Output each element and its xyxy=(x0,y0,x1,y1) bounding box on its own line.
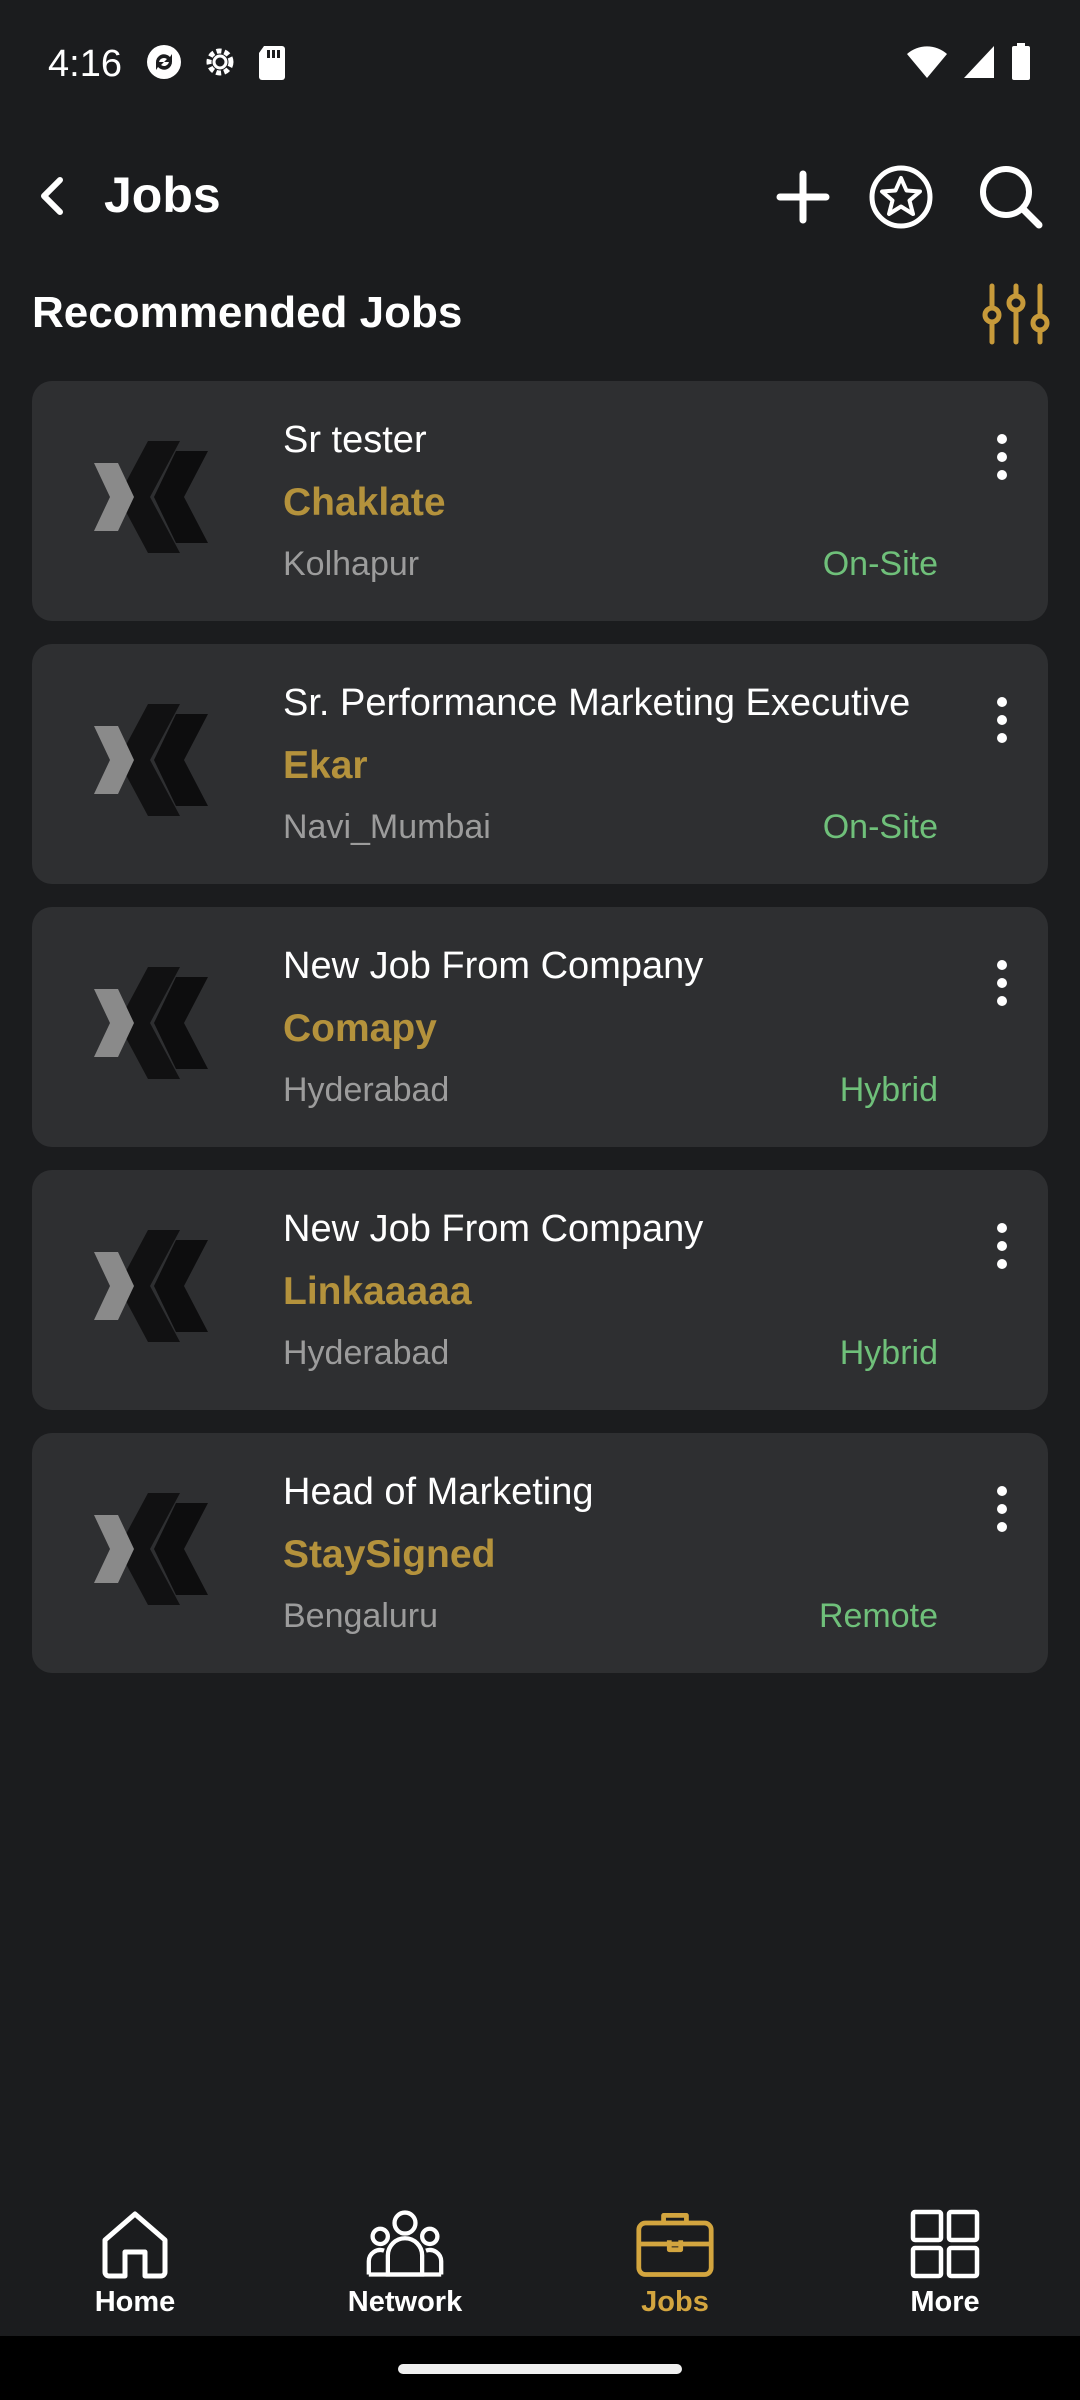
add-job-button[interactable] xyxy=(762,156,844,238)
job-work-type: On-Site xyxy=(822,808,938,846)
company-logo-icon xyxy=(88,696,212,824)
status-bar: 4:16 xyxy=(0,0,1080,128)
filter-button[interactable] xyxy=(980,282,1052,346)
search-icon xyxy=(980,166,1043,229)
more-options-button[interactable] xyxy=(980,425,1024,489)
job-location: Bengaluru xyxy=(283,1597,439,1635)
briefcase-icon xyxy=(635,2204,715,2284)
settings-icon xyxy=(200,42,240,87)
job-location: Hyderabad xyxy=(283,1071,450,1109)
nav-jobs[interactable]: Jobs xyxy=(540,2180,810,2336)
back-button[interactable] xyxy=(22,164,86,228)
more-vertical-icon xyxy=(997,697,1007,707)
job-card[interactable]: Sr tester Chaklate Kolhapur On-Site xyxy=(32,381,1048,621)
job-company: Comapy xyxy=(283,1007,437,1050)
app-bar: Jobs xyxy=(0,146,1080,246)
job-company: Chaklate xyxy=(283,481,446,524)
job-card[interactable]: Sr. Performance Marketing Executive Ekar… xyxy=(32,644,1048,884)
job-work-type: Hybrid xyxy=(839,1334,938,1372)
job-card[interactable]: Head of Marketing StaySigned Bengaluru R… xyxy=(32,1433,1048,1673)
section-header: Recommended Jobs xyxy=(32,282,1052,348)
gesture-navigation-area xyxy=(0,2336,1080,2400)
job-company: StaySigned xyxy=(283,1533,496,1576)
saved-jobs-button[interactable] xyxy=(860,156,942,238)
nav-home[interactable]: Home xyxy=(0,2180,270,2336)
section-title: Recommended Jobs xyxy=(32,288,463,337)
home-icon xyxy=(95,2204,175,2284)
nav-more[interactable]: More xyxy=(810,2180,1080,2336)
job-title: Sr tester xyxy=(283,419,427,461)
more-options-button[interactable] xyxy=(980,688,1024,752)
star-icon xyxy=(869,165,933,229)
back-arrow-icon xyxy=(41,177,63,215)
signal-icon xyxy=(962,44,996,85)
nav-label: Home xyxy=(94,2286,176,2318)
battery-icon xyxy=(1010,42,1032,87)
job-location: Kolhapur xyxy=(283,545,420,583)
job-location: Navi_Mumbai xyxy=(283,808,491,846)
company-logo-icon xyxy=(88,433,212,561)
job-company: Linkaaaaa xyxy=(283,1270,472,1313)
job-company: Ekar xyxy=(283,744,368,787)
network-icon xyxy=(365,2204,445,2284)
job-title: New Job From Company xyxy=(283,945,704,987)
more-vertical-icon xyxy=(997,1486,1007,1496)
nav-label: Jobs xyxy=(641,2286,709,2318)
job-card[interactable]: New Job From Company Comapy Hyderabad Hy… xyxy=(32,907,1048,1147)
more-options-button[interactable] xyxy=(980,1477,1024,1541)
job-title: New Job From Company xyxy=(283,1208,704,1250)
company-logo-icon xyxy=(88,959,212,1087)
job-work-type: Remote xyxy=(818,1597,938,1635)
page-title: Jobs xyxy=(104,167,221,223)
job-card[interactable]: New Job From Company Linkaaaaa Hyderabad… xyxy=(32,1170,1048,1410)
job-title: Sr. Performance Marketing Executive xyxy=(283,682,911,724)
job-work-type: Hybrid xyxy=(839,1071,938,1109)
more-vertical-icon xyxy=(997,1223,1007,1233)
company-logo-icon xyxy=(88,1485,212,1613)
wifi-icon xyxy=(906,44,948,85)
home-gesture-handle[interactable] xyxy=(398,2364,682,2374)
nav-network[interactable]: Network xyxy=(270,2180,540,2336)
more-vertical-icon xyxy=(997,434,1007,444)
job-work-type: On-Site xyxy=(822,545,938,583)
grid-icon xyxy=(905,2204,985,2284)
sd-card-icon xyxy=(256,42,288,87)
job-title: Head of Marketing xyxy=(283,1471,594,1513)
sync-icon xyxy=(144,42,184,87)
company-logo-icon xyxy=(88,1222,212,1350)
more-vertical-icon xyxy=(997,960,1007,970)
filter-sliders-icon xyxy=(982,283,1050,345)
nav-label: More xyxy=(910,2286,980,2318)
add-icon xyxy=(776,170,830,224)
more-options-button[interactable] xyxy=(980,1214,1024,1278)
nav-label: Network xyxy=(347,2286,463,2318)
search-button[interactable] xyxy=(970,156,1052,238)
status-time: 4:16 xyxy=(48,42,122,85)
more-options-button[interactable] xyxy=(980,951,1024,1015)
bottom-navigation: Home Network Jobs More xyxy=(0,2180,1080,2336)
job-location: Hyderabad xyxy=(283,1334,450,1372)
